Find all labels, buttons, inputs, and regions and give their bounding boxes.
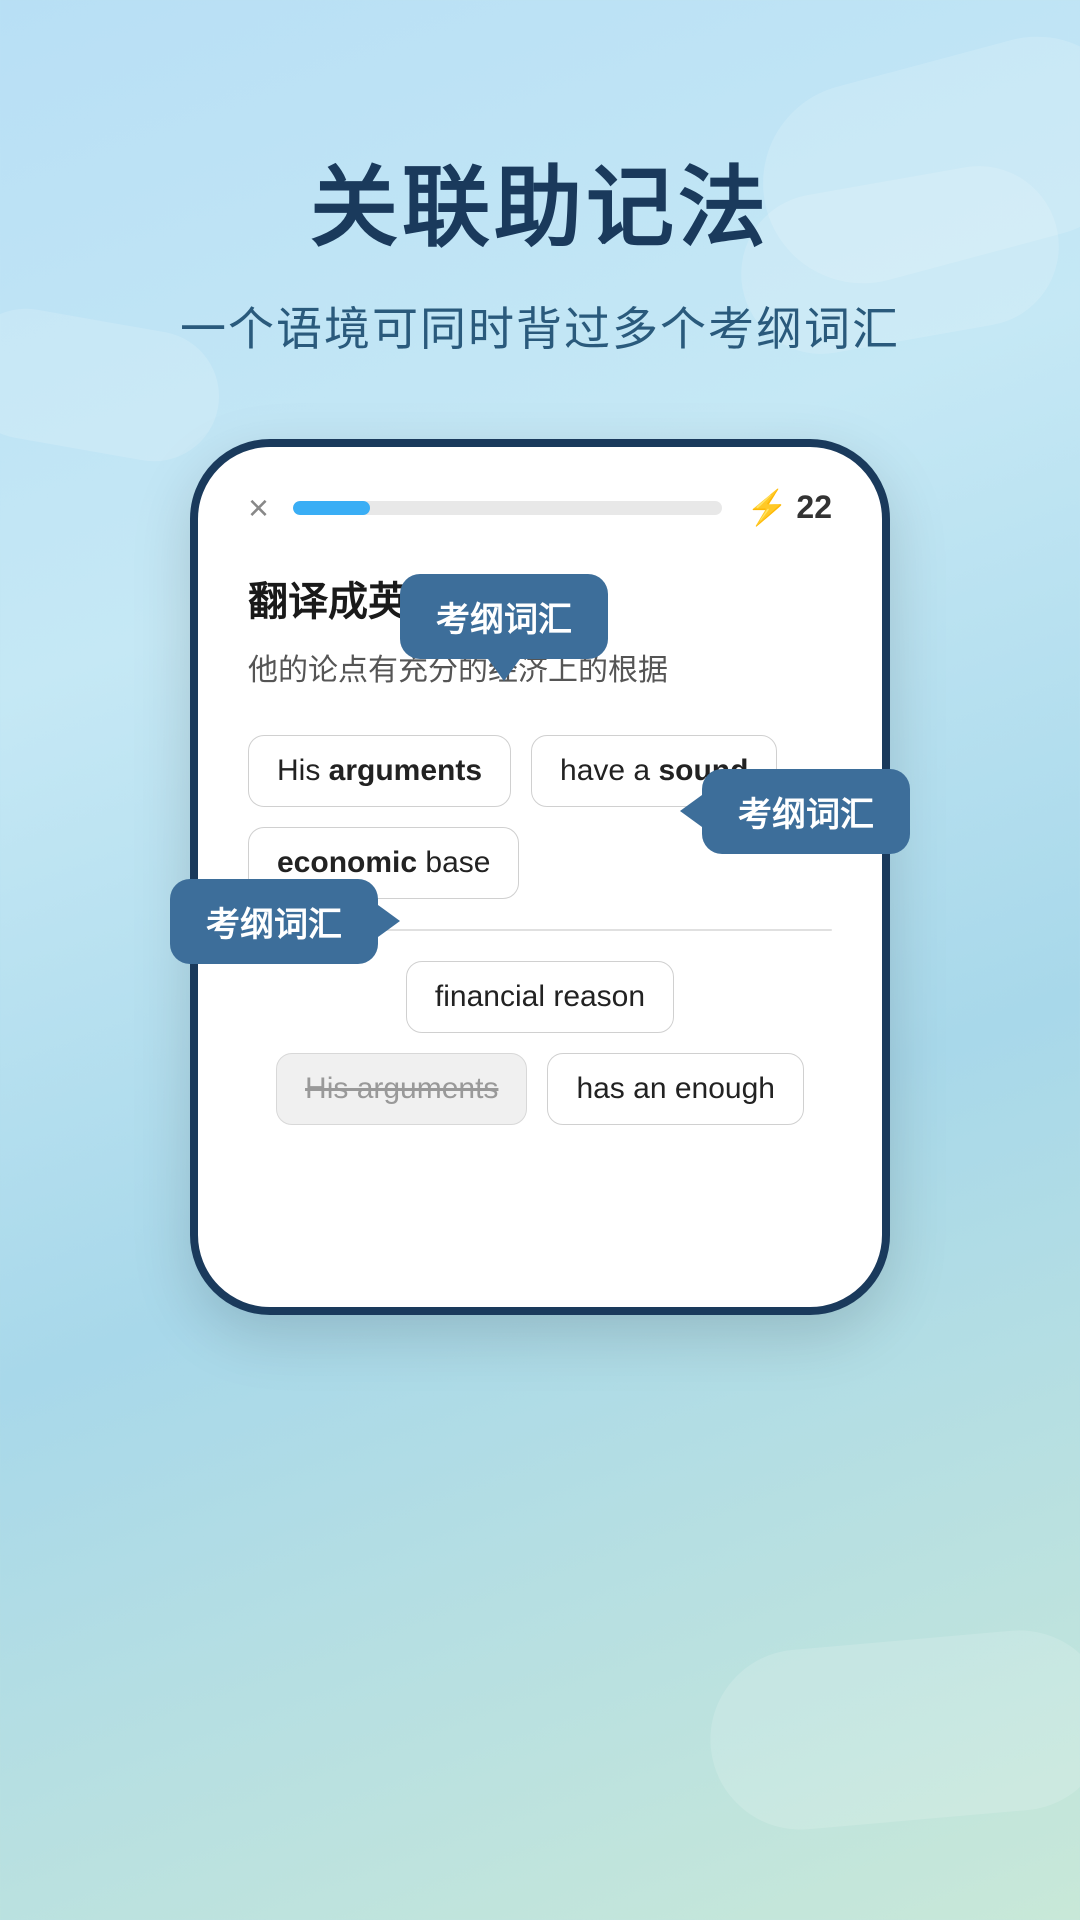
bottom-options: financial reason His arguments has an en… (248, 961, 832, 1165)
progress-bar-fill (293, 501, 370, 515)
lightning-icon: ⚡ (746, 488, 788, 528)
has-an-enough-text: has an enough (576, 1072, 775, 1105)
financial-reason-text: financial reason (435, 980, 645, 1013)
progress-bar-container (293, 501, 722, 515)
bold-arguments: arguments (329, 754, 482, 787)
his-arguments-gray-text: His arguments (305, 1072, 498, 1105)
answer-option-1[interactable]: His arguments (248, 735, 511, 807)
answer-option-his-arguments-gray[interactable]: His arguments (276, 1053, 527, 1125)
tooltip-2: 考纲词汇 (702, 769, 910, 854)
bottom-row-2: His arguments has an enough (248, 1053, 832, 1125)
bold-economic: economic (277, 846, 417, 879)
tooltip-1: 考纲词汇 (400, 574, 608, 659)
subtitle: 一个语境可同时背过多个考纲词汇 (180, 293, 900, 359)
main-title: 关联助记法 (180, 160, 900, 257)
close-button[interactable]: × (248, 487, 269, 529)
phone-frame: × ⚡ 22 翻译成英文 他的论点有充分的经济上的根据 His argument… (190, 439, 890, 1315)
top-bar: × ⚡ 22 (248, 487, 832, 529)
answer-option-financial[interactable]: financial reason (406, 961, 674, 1033)
phone-mockup: 考纲词汇 考纲词汇 考纲词汇 × ⚡ 22 翻译成英文 (190, 439, 890, 1315)
tooltip-3: 考纲词汇 (170, 879, 378, 964)
answer-option-has-an-enough[interactable]: has an enough (547, 1053, 804, 1125)
score-area: ⚡ 22 (746, 488, 832, 528)
score-value: 22 (796, 489, 832, 526)
bottom-row-1: financial reason (248, 961, 832, 1033)
